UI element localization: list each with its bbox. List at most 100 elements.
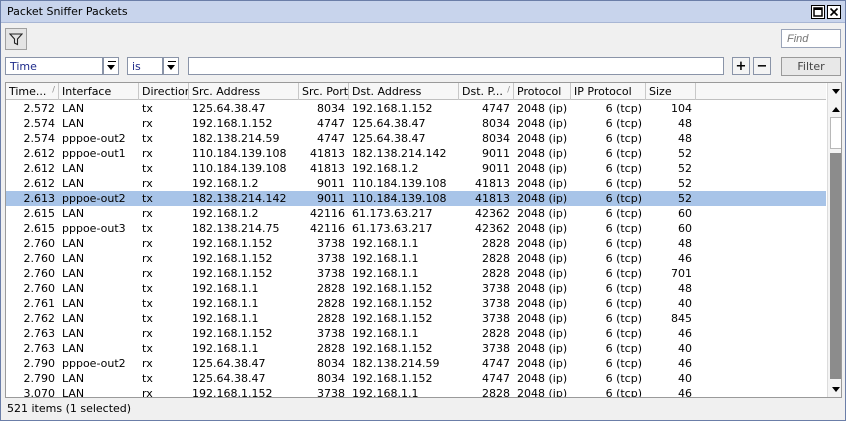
- cell-src-port: 3738: [317, 267, 345, 280]
- cell-direction: rx: [142, 252, 153, 265]
- filter-field-dropdown[interactable]: [103, 57, 119, 75]
- cell-src-port: 4747: [317, 117, 345, 130]
- apply-filter-button[interactable]: Filter: [781, 57, 841, 76]
- table-row[interactable]: 3.070 LAN rx 192.168.1.152 3738 192.168.1.1 28…: [6, 386, 826, 398]
- table-row[interactable]: 2.790 pppoe-out2 rx 125.64.38.47 8034 182.138…: [6, 356, 826, 371]
- cell-time: 2.790: [23, 372, 56, 385]
- column-header-ip-protocol[interactable]: IP Protocol: [571, 83, 646, 100]
- cell-dst-port: 3738: [482, 312, 510, 325]
- column-header-label: Interface: [62, 85, 112, 98]
- cell-protocol: 2048 (ip): [517, 267, 568, 280]
- cell-interface: LAN: [62, 312, 85, 325]
- table-row[interactable]: 2.760 LAN rx 192.168.1.152 3738 192.168.1.1 28…: [6, 251, 826, 266]
- table-row[interactable]: 2.574 LAN rx 192.168.1.152 4747 125.64.38.47 8…: [6, 116, 826, 131]
- cell-dst-port: 4747: [482, 102, 510, 115]
- scroll-track[interactable]: [830, 153, 841, 379]
- cell-direction: tx: [142, 297, 153, 310]
- filter-toggle-button[interactable]: [5, 28, 27, 50]
- cell-dst-port: 8034: [482, 117, 510, 130]
- maximize-button[interactable]: [811, 5, 825, 19]
- cell-size: 46: [678, 387, 692, 398]
- cell-src-address: 192.168.1.1: [192, 342, 259, 355]
- table-row[interactable]: 2.574 pppoe-out2 tx 182.138.214.59 4747 125.6…: [6, 131, 826, 146]
- cell-interface: LAN: [62, 267, 85, 280]
- cell-direction: tx: [142, 282, 153, 295]
- table-row[interactable]: 2.760 LAN rx 192.168.1.152 3738 192.168.1.1 28…: [6, 236, 826, 251]
- find-input[interactable]: [781, 29, 841, 48]
- table-row[interactable]: 2.761 LAN tx 192.168.1.1 2828 192.168.1.152 37…: [6, 296, 826, 311]
- filter-field-select[interactable]: Time: [5, 57, 103, 75]
- filter-value-input[interactable]: [188, 57, 724, 75]
- cell-size: 46: [678, 327, 692, 340]
- table-row[interactable]: 2.572 LAN tx 125.64.38.47 8034 192.168.1.152 4…: [6, 101, 826, 116]
- remove-filter-button[interactable]: −: [753, 57, 771, 75]
- cell-dst-address: 192.168.1.1: [352, 267, 419, 280]
- table-row[interactable]: 2.760 LAN rx 192.168.1.152 3738 192.168.1.1 28…: [6, 266, 826, 281]
- column-header-dst-address[interactable]: Dst. Address: [349, 83, 459, 100]
- table-row[interactable]: 2.760 LAN tx 192.168.1.1 2828 192.168.1.152 37…: [6, 281, 826, 296]
- cell-dst-port: 8034: [482, 132, 510, 145]
- column-header-direction[interactable]: Direction: [139, 83, 189, 100]
- cell-src-address: 125.64.38.47: [192, 372, 266, 385]
- table-row[interactable]: 2.763 LAN tx 192.168.1.1 2828 192.168.1.152 37…: [6, 341, 826, 356]
- cell-src-port: 2828: [317, 282, 345, 295]
- table-row[interactable]: 2.762 LAN tx 192.168.1.1 2828 192.168.1.152 37…: [6, 311, 826, 326]
- cell-size: 40: [678, 342, 692, 355]
- table-row[interactable]: 2.612 LAN tx 110.184.139.108 41813 192.168.1.…: [6, 161, 826, 176]
- cell-interface: LAN: [62, 372, 85, 385]
- cell-dst-port: 42362: [475, 222, 510, 235]
- column-header-src-address[interactable]: Src. Address: [189, 83, 299, 100]
- filter-operator-select[interactable]: is: [127, 57, 163, 75]
- cell-size: 52: [678, 177, 692, 190]
- cell-interface: LAN: [62, 252, 85, 265]
- table-row[interactable]: 2.612 LAN rx 192.168.1.2 9011 110.184.139.108…: [6, 176, 826, 191]
- scroll-down-button[interactable]: [828, 382, 841, 397]
- table-row[interactable]: 2.615 LAN rx 192.168.1.2 42116 61.173.63.217 4…: [6, 206, 826, 221]
- table-row[interactable]: 2.615 pppoe-out3 tx 182.138.214.75 42116 61.1…: [6, 221, 826, 236]
- table-row[interactable]: 2.612 pppoe-out1 rx 110.184.139.108 41813 182…: [6, 146, 826, 161]
- column-header-protocol[interactable]: Protocol: [514, 83, 571, 100]
- table-row[interactable]: 2.613 pppoe-out2 tx 182.138.214.142 9011 110.…: [6, 191, 826, 206]
- cell-size: 52: [678, 192, 692, 205]
- cell-interface: LAN: [62, 237, 85, 250]
- cell-time: 2.574: [23, 117, 56, 130]
- vertical-scrollbar[interactable]: [827, 83, 841, 397]
- table-row[interactable]: 2.763 LAN rx 192.168.1.152 3738 192.168.1.1 28…: [6, 326, 826, 341]
- column-header-dst-port[interactable]: Dst. P... /: [459, 83, 514, 100]
- close-button[interactable]: [827, 5, 841, 19]
- cell-src-address: 192.168.1.152: [192, 327, 273, 340]
- add-filter-button[interactable]: +: [732, 57, 750, 75]
- cell-time: 2.615: [23, 222, 56, 235]
- cell-src-port: 2828: [317, 342, 345, 355]
- scroll-up-arrow[interactable]: [828, 100, 841, 117]
- cell-protocol: 2048 (ip): [517, 282, 568, 295]
- cell-ip-protocol: 6 (tcp): [605, 342, 642, 355]
- column-header-label: Dst. P...: [462, 85, 503, 98]
- toolbar: [1, 24, 845, 54]
- cell-time: 2.760: [23, 282, 56, 295]
- column-header-size[interactable]: Size: [646, 83, 696, 100]
- cell-protocol: 2048 (ip): [517, 312, 568, 325]
- column-header-time[interactable]: Time... /: [6, 83, 59, 100]
- cell-src-address: 110.184.139.108: [192, 162, 287, 175]
- cell-size: 40: [678, 372, 692, 385]
- column-header-src-port[interactable]: Src. Port: [299, 83, 349, 100]
- column-header-interface[interactable]: Interface: [59, 83, 139, 100]
- cell-direction: rx: [142, 387, 153, 398]
- filter-operator-dropdown[interactable]: [163, 57, 179, 75]
- cell-interface: LAN: [62, 177, 85, 190]
- cell-interface: LAN: [62, 327, 85, 340]
- cell-size: 60: [678, 207, 692, 220]
- cell-src-address: 110.184.139.108: [192, 147, 287, 160]
- window-title: Packet Sniffer Packets: [7, 5, 128, 18]
- cell-interface: LAN: [62, 342, 85, 355]
- item-count-status: 521 items (1 selected): [7, 402, 132, 415]
- chevron-down-icon: [107, 65, 115, 70]
- table-row[interactable]: 2.790 LAN tx 125.64.38.47 8034 192.168.1.152 4…: [6, 371, 826, 386]
- cell-src-port: 42116: [310, 222, 345, 235]
- title-bar[interactable]: Packet Sniffer Packets: [1, 1, 845, 23]
- cell-size: 701: [671, 267, 692, 280]
- cell-size: 52: [678, 147, 692, 160]
- scroll-up-button[interactable]: [828, 83, 841, 100]
- scroll-thumb[interactable]: [830, 117, 841, 149]
